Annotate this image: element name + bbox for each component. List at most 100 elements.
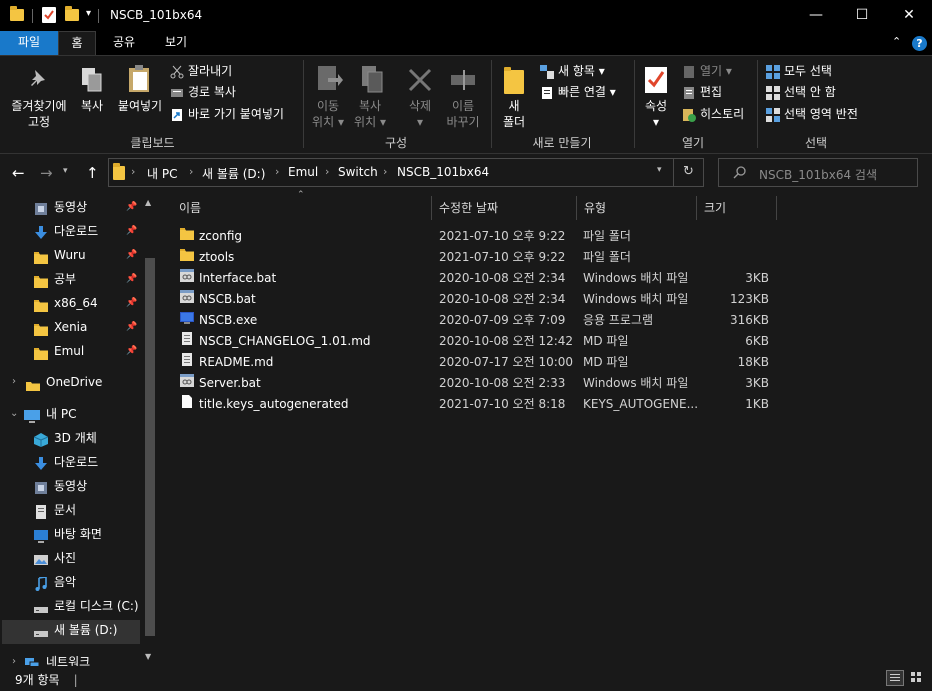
tab-share[interactable]: 공유 <box>100 31 148 55</box>
breadcrumb-emul[interactable]: Emul <box>288 165 318 179</box>
select-none-label: 선택 안 함 <box>784 85 836 99</box>
address-bar[interactable]: › 내 PC › 새 볼륨 (D:) › Emul › Switch › NSC… <box>108 158 704 187</box>
folder-app-icon <box>10 6 24 21</box>
minimize-button[interactable]: — <box>793 0 839 31</box>
forward-button[interactable]: → <box>40 164 53 182</box>
file-row[interactable]: NSCB_CHANGELOG_1.01.md 2020-10-08 오전 12:4… <box>170 331 790 352</box>
breadcrumb-separator: › <box>275 165 280 178</box>
history-button[interactable]: 히스토리 <box>682 104 744 124</box>
address-history-icon[interactable]: ▾ <box>657 165 662 175</box>
column-separator[interactable] <box>696 196 697 220</box>
tab-home[interactable]: 홈 <box>58 31 96 55</box>
file-row[interactable]: NSCB.bat 2020-10-08 오전 2:34 Windows 배치 파일 1… <box>170 289 790 310</box>
help-icon[interactable]: ? <box>912 36 927 51</box>
file-row[interactable]: README.md 2020-07-17 오전 10:00 MD 파일 18KB <box>170 352 790 373</box>
nav-pc-2[interactable]: 동영상 <box>0 474 142 498</box>
expand-chevron-icon[interactable]: ⌄ <box>10 402 18 426</box>
nav-pc-7[interactable]: 로컬 디스크 (C:) <box>0 594 142 618</box>
3d-objects-icon <box>33 431 49 447</box>
column-header-size[interactable]: 크기 <box>704 196 726 220</box>
back-button[interactable]: ← <box>12 164 25 182</box>
column-header-name[interactable]: 이름 <box>179 196 201 220</box>
rename-button[interactable]: 이름 바꾸기 <box>440 98 486 130</box>
breadcrumb-switch[interactable]: Switch <box>338 165 378 179</box>
new-folder-button[interactable]: 새 폴더 <box>496 98 532 130</box>
file-row[interactable]: NSCB.exe 2020-07-09 오후 7:09 응용 프로그램 316KB <box>170 310 790 331</box>
nav-quick-2[interactable]: Wuru 📌 <box>0 243 142 267</box>
breadcrumb-drive-d[interactable]: 새 볼륨 (D:) <box>202 165 265 182</box>
move-to-button[interactable]: 이동 위치 ▾ <box>308 98 348 130</box>
sort-up-icon: ⌃ <box>297 190 305 200</box>
nav-this-pc[interactable]: 내 PC ⌄ <box>0 402 142 426</box>
delete-button[interactable]: 삭제 ▾ <box>398 98 442 130</box>
open-button[interactable]: 열기 ▾ <box>682 61 732 81</box>
close-button[interactable]: ✕ <box>886 0 932 31</box>
copy-button[interactable]: 복사 <box>76 98 108 114</box>
recent-locations-icon[interactable]: ▾ <box>63 166 68 176</box>
nav-pc-0[interactable]: 3D 개체 <box>0 426 142 450</box>
cut-button[interactable]: 잘라내기 <box>170 61 232 81</box>
nav-onedrive[interactable]: OneDrive › <box>0 370 142 394</box>
file-size: 18KB <box>737 355 769 369</box>
nav-scroll-thumb[interactable] <box>145 258 155 636</box>
column-separator[interactable] <box>576 196 577 220</box>
quick-access-dropdown-icon[interactable]: ▾ <box>86 8 91 19</box>
select-all-button[interactable]: 모두 선택 <box>766 61 832 81</box>
new-folder-quick-icon[interactable] <box>65 6 79 21</box>
tab-file[interactable]: 파일 <box>0 31 58 55</box>
nav-item-label: Wuru <box>54 248 86 262</box>
details-view-button[interactable] <box>886 670 904 686</box>
nav-pc-1[interactable]: 다운로드 <box>0 450 142 474</box>
new-folder-icon <box>504 67 524 94</box>
file-row[interactable]: title.keys_autogenerated 2021-07-10 오전 8:… <box>170 394 790 415</box>
breadcrumb-this-pc[interactable]: 내 PC <box>147 165 177 182</box>
maximize-button[interactable]: ☐ <box>839 0 885 31</box>
up-button[interactable]: ↑ <box>86 164 99 182</box>
properties-button[interactable]: 속성 ▾ <box>638 98 674 130</box>
nav-pc-6[interactable]: 음악 <box>0 570 142 594</box>
nav-quick-4[interactable]: x86_64 📌 <box>0 291 142 315</box>
refresh-icon[interactable]: ↻ <box>683 164 694 179</box>
nav-item-label: 동영상 <box>54 479 88 493</box>
nav-quick-3[interactable]: 공부 📌 <box>0 267 142 291</box>
easy-access-button[interactable]: 빠른 연결 ▾ <box>540 82 616 102</box>
breadcrumb-nscb[interactable]: NSCB_101bx64 <box>397 165 489 179</box>
nav-quick-0[interactable]: 동영상 📌 <box>0 195 142 219</box>
nav-pc-4[interactable]: 바탕 화면 <box>0 522 142 546</box>
pin-icon: 📌 <box>126 274 138 284</box>
paste-shortcut-button[interactable]: 바로 가기 붙여넣기 <box>170 104 284 124</box>
properties-quick-icon[interactable] <box>42 7 56 23</box>
edit-button[interactable]: 편집 <box>682 82 722 102</box>
nav-pc-8[interactable]: 새 볼륨 (D:) <box>0 618 142 642</box>
nav-quick-1[interactable]: 다운로드 📌 <box>0 219 142 243</box>
nav-pc-3[interactable]: 문서 <box>0 498 142 522</box>
select-none-button[interactable]: 선택 안 함 <box>766 82 836 102</box>
column-header-type[interactable]: 유형 <box>584 196 606 220</box>
pin-quick-access-button[interactable]: 즐겨찾기에 고정 <box>4 98 74 130</box>
copy-path-button[interactable]: 경로 복사 <box>170 82 236 102</box>
file-row[interactable]: zconfig 2021-07-10 오후 9:22 파일 폴더 <box>170 226 790 247</box>
download-icon <box>34 455 48 470</box>
new-item-button[interactable]: 새 항목 ▾ <box>540 61 605 81</box>
column-header-date[interactable]: 수정한 날짜 <box>439 196 498 220</box>
ribbon-collapse-icon[interactable]: ⌃ <box>892 35 901 48</box>
nav-quick-5[interactable]: Xenia 📌 <box>0 315 142 339</box>
copy-to-button[interactable]: 복사 위치 ▾ <box>350 98 390 130</box>
tab-view[interactable]: 보기 <box>152 31 200 55</box>
column-separator[interactable] <box>431 196 432 220</box>
expand-chevron-icon[interactable]: › <box>12 370 16 394</box>
column-separator[interactable] <box>776 196 777 220</box>
paste-button[interactable]: 붙여넣기 <box>114 98 166 114</box>
file-row[interactable]: Interface.bat 2020-10-08 오전 2:34 Windows 배… <box>170 268 790 289</box>
nav-pc-5[interactable]: 사진 <box>0 546 142 570</box>
file-row[interactable]: ztools 2021-07-10 오후 9:22 파일 폴더 <box>170 247 790 268</box>
file-row[interactable]: Server.bat 2020-10-08 오전 2:33 Windows 배치 파… <box>170 373 790 394</box>
nav-quick-6[interactable]: Emul 📌 <box>0 339 142 363</box>
folder-icon <box>34 296 48 312</box>
large-icons-view-button[interactable] <box>908 670 926 686</box>
search-box[interactable]: NSCB_101bx64 검색 <box>718 158 918 187</box>
invert-selection-button[interactable]: 선택 영역 반전 <box>766 104 858 124</box>
edit-label: 편집 <box>700 85 723 99</box>
scroll-up-icon[interactable]: ▲ <box>145 198 151 207</box>
scroll-down-icon[interactable]: ▼ <box>145 652 151 661</box>
